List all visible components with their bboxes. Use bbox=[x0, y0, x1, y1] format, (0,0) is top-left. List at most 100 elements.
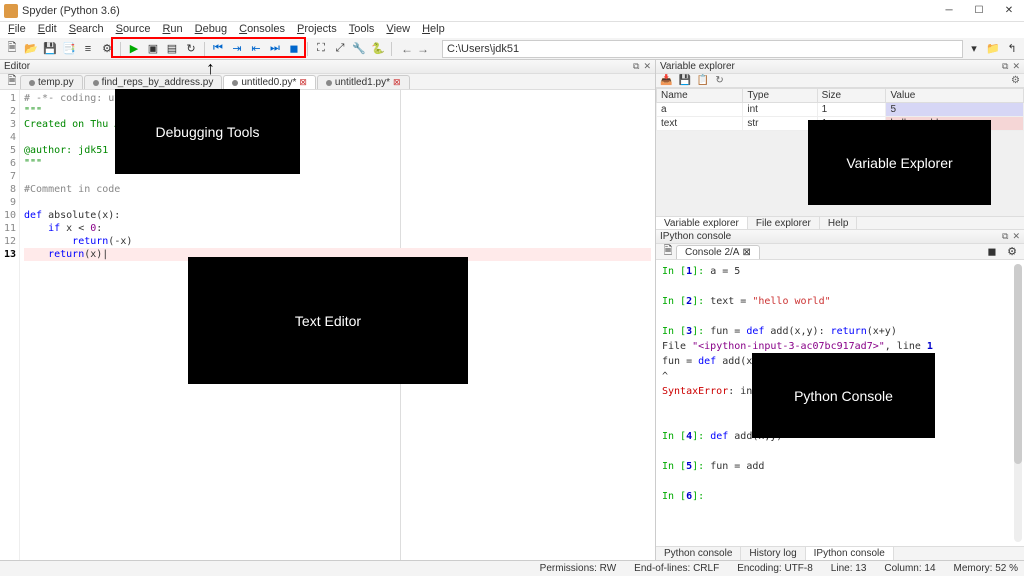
ipython-pane: IPython console ⧉ ✕ 🗎 Console 2/A ⊠ ◼ ⚙ I… bbox=[656, 230, 1024, 560]
maximize-pane-icon[interactable]: ⛶ bbox=[313, 41, 329, 57]
minimize-button[interactable]: ─ bbox=[934, 0, 964, 22]
scrollbar-thumb[interactable] bbox=[1014, 264, 1022, 464]
save-icon[interactable]: 💾 bbox=[678, 75, 690, 86]
save-as-icon[interactable]: 📋 bbox=[697, 75, 709, 86]
maximize-button[interactable]: ☐ bbox=[964, 0, 994, 22]
variable-table[interactable]: NameTypeSizeValueaint15textstr1hello wor… bbox=[656, 88, 1024, 131]
window-controls: ─ ☐ ✕ bbox=[934, 0, 1024, 22]
editor-tabs: 🗎 temp.pyfind_reps_by_address.pyuntitled… bbox=[0, 74, 655, 90]
debug-step2-icon[interactable]: ⇥ bbox=[229, 41, 245, 57]
debug-step3-icon[interactable]: ⇤ bbox=[248, 41, 264, 57]
menu-consoles[interactable]: Consoles bbox=[233, 22, 291, 38]
statusbar: Permissions: RW End-of-lines: CRLF Encod… bbox=[0, 560, 1024, 576]
stop-icon[interactable]: ◼ bbox=[984, 243, 1000, 259]
debug-stop-icon[interactable]: ◼ bbox=[286, 41, 302, 57]
fullscreen-icon[interactable]: ⤢ bbox=[332, 41, 348, 57]
menu-file[interactable]: File bbox=[2, 22, 32, 38]
workdir-input[interactable]: C:\Users\jdk51 bbox=[442, 40, 963, 58]
save-icon[interactable]: 💾 bbox=[42, 41, 58, 57]
undock-icon[interactable]: ⧉ bbox=[1002, 61, 1008, 72]
debug-step-icon[interactable]: ⏮ bbox=[210, 41, 226, 57]
close-icon[interactable]: ⊠ bbox=[742, 247, 750, 258]
tab-list-icon[interactable]: 🗎 bbox=[4, 73, 20, 89]
run-cell-icon[interactable]: ▣ bbox=[145, 41, 161, 57]
menu-source[interactable]: Source bbox=[110, 22, 157, 38]
workdir-dropdown-icon[interactable]: ▾ bbox=[966, 41, 982, 57]
varexp-header: Variable explorer ⧉✕ bbox=[656, 60, 1024, 74]
toolbar: 🗎 📂 💾 📑 ≡ ⚙ ▶ ▣ ▤ ↻ ⏮ ⇥ ⇤ ⏭ ◼ ⛶ ⤢ 🔧 🐍 ← … bbox=[0, 38, 1024, 60]
run-icon[interactable]: ▶ bbox=[126, 41, 142, 57]
menu-view[interactable]: View bbox=[380, 22, 416, 38]
table-row[interactable]: aint15 bbox=[657, 103, 1024, 117]
new-file-icon[interactable]: 🗎 bbox=[4, 41, 20, 57]
menu-help[interactable]: Help bbox=[416, 22, 451, 38]
tab-untitled0-py-[interactable]: untitled0.py*⊠ bbox=[223, 75, 316, 89]
refresh-icon[interactable]: ↻ bbox=[715, 75, 723, 86]
forward-icon[interactable]: → bbox=[417, 42, 429, 56]
menu-run[interactable]: Run bbox=[156, 22, 188, 38]
close-icon[interactable]: ⊠ bbox=[393, 77, 401, 88]
nav-arrows: ← → bbox=[401, 42, 429, 56]
undock-icon[interactable]: ⧉ bbox=[1002, 231, 1008, 242]
close-icon[interactable]: ⊠ bbox=[299, 77, 307, 88]
run-cell-advance-icon[interactable]: ▤ bbox=[164, 41, 180, 57]
menu-search[interactable]: Search bbox=[63, 22, 110, 38]
console-output[interactable]: In [1]: a = 5 In [2]: text = "hello worl… bbox=[656, 260, 1024, 546]
gear-icon[interactable]: ⚙ bbox=[1011, 75, 1020, 86]
close-button[interactable]: ✕ bbox=[994, 0, 1024, 22]
list-icon[interactable]: ≡ bbox=[80, 41, 96, 57]
subtab-help[interactable]: Help bbox=[820, 217, 858, 229]
tab-temp-py[interactable]: temp.py bbox=[20, 75, 83, 89]
window-title: Spyder (Python 3.6) bbox=[22, 5, 120, 17]
menu-projects[interactable]: Projects bbox=[291, 22, 343, 38]
debug-step4-icon[interactable]: ⏭ bbox=[267, 41, 283, 57]
rerun-icon[interactable]: ↻ bbox=[183, 41, 199, 57]
parent-icon[interactable]: ↰ bbox=[1004, 41, 1020, 57]
settings-icon[interactable]: ⚙ bbox=[99, 41, 115, 57]
ipython-header: IPython console ⧉✕ bbox=[656, 230, 1024, 244]
code-area[interactable]: # -*- coding: utf-8 -"""Created on Thu A… bbox=[20, 90, 655, 560]
status-mem: Memory: 52 % bbox=[954, 563, 1018, 574]
bottomtab-python-console[interactable]: Python console bbox=[656, 547, 741, 560]
menu-tools[interactable]: Tools bbox=[343, 22, 381, 38]
tab-find-reps-by-address-py[interactable]: find_reps_by_address.py bbox=[84, 75, 223, 89]
undock-icon[interactable]: ⧉ bbox=[633, 61, 639, 72]
bottomtab-history-log[interactable]: History log bbox=[741, 547, 805, 560]
separator bbox=[120, 42, 121, 56]
menu-edit[interactable]: Edit bbox=[32, 22, 63, 38]
close-pane-icon[interactable]: ✕ bbox=[1012, 231, 1020, 242]
status-line: Line: 13 bbox=[831, 563, 867, 574]
save-all-icon[interactable]: 📑 bbox=[61, 41, 77, 57]
subtab-file-explorer[interactable]: File explorer bbox=[748, 217, 820, 229]
titlebar: Spyder (Python 3.6) ─ ☐ ✕ bbox=[0, 0, 1024, 22]
spyder-icon bbox=[4, 4, 18, 18]
menubar: FileEditSearchSourceRunDebugConsolesProj… bbox=[0, 22, 1024, 38]
browse-icon[interactable]: 📁 bbox=[985, 41, 1001, 57]
code-editor[interactable]: 12345678910111213 # -*- coding: utf-8 -"… bbox=[0, 90, 655, 560]
separator bbox=[307, 42, 308, 56]
open-file-icon[interactable]: 📂 bbox=[23, 41, 39, 57]
import-icon[interactable]: 📥 bbox=[660, 75, 672, 86]
right-column: Variable explorer ⧉ ✕ 📥 💾 📋 ↻ ⚙ NameTypeS… bbox=[656, 60, 1024, 560]
console-tab[interactable]: Console 2/A ⊠ bbox=[676, 245, 760, 259]
close-pane-icon[interactable]: ✕ bbox=[1012, 61, 1020, 72]
varexp-subtabs: Variable explorerFile explorerHelp bbox=[656, 216, 1024, 230]
tab-list-icon[interactable]: 🗎 bbox=[660, 243, 676, 259]
editor-pane: Editor ⧉✕ 🗎 temp.pyfind_reps_by_address.… bbox=[0, 60, 656, 560]
variable-explorer-pane: Variable explorer ⧉ ✕ 📥 💾 📋 ↻ ⚙ NameTypeS… bbox=[656, 60, 1024, 230]
gear-icon[interactable]: ⚙ bbox=[1004, 243, 1020, 259]
table-row[interactable]: textstr1hello world bbox=[657, 117, 1024, 131]
python-icon[interactable]: 🐍 bbox=[370, 41, 386, 57]
wrench-icon[interactable]: 🔧 bbox=[351, 41, 367, 57]
varexp-toolbar: 📥 💾 📋 ↻ ⚙ bbox=[656, 74, 1024, 88]
back-icon[interactable]: ← bbox=[401, 42, 413, 56]
gear-icon[interactable]: ⚙ bbox=[637, 90, 653, 92]
editor-header: Editor ⧉✕ bbox=[0, 60, 655, 74]
close-pane-icon[interactable]: ✕ bbox=[643, 61, 651, 72]
tab-untitled1-py-[interactable]: untitled1.py*⊠ bbox=[317, 75, 410, 89]
menu-debug[interactable]: Debug bbox=[189, 22, 233, 38]
status-col: Column: 14 bbox=[884, 563, 935, 574]
bottomtab-ipython-console[interactable]: IPython console bbox=[806, 547, 894, 560]
console-tabs: 🗎 Console 2/A ⊠ ◼ ⚙ bbox=[656, 244, 1024, 260]
subtab-variable-explorer[interactable]: Variable explorer bbox=[656, 217, 748, 229]
